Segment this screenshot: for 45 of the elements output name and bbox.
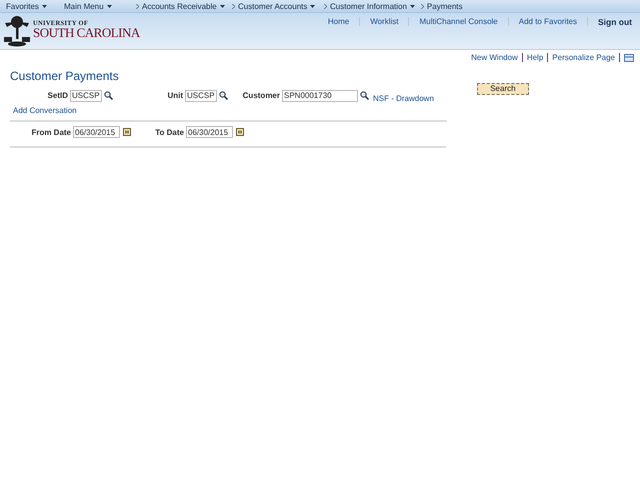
sign-out-link[interactable]: Sign out (588, 17, 632, 27)
text-field[interactable]: USCSP (70, 90, 102, 102)
breadcrumb-item[interactable]: Customer Information (318, 2, 415, 10)
page-link[interactable]: New Window (467, 53, 523, 62)
header-link[interactable]: Worklist (360, 17, 410, 26)
add-conversation-link[interactable]: Add Conversation (13, 106, 77, 115)
caret-icon (220, 4, 225, 8)
table-icon[interactable] (624, 54, 634, 62)
caret-icon (106, 4, 112, 8)
search-icon[interactable] (104, 91, 113, 100)
field-label: Customer (242, 91, 281, 100)
breadcrumb-item[interactable]: Main Menu (58, 2, 130, 10)
caret-icon (42, 4, 47, 8)
breadcrumb-item[interactable]: Accounts Receivable (130, 2, 226, 10)
text-field[interactable]: USCSP (185, 90, 217, 102)
page-link[interactable]: Help (522, 53, 548, 62)
header-link[interactable]: Home (318, 17, 360, 26)
date-field[interactable]: 06/30/2015 (73, 126, 120, 138)
caret-icon (410, 4, 415, 8)
field-label: Unit (166, 91, 184, 100)
logo-text: SOUTH CAROLINA (33, 26, 140, 38)
calendar-icon[interactable] (123, 128, 131, 136)
text-field[interactable]: SPN0001730 (282, 90, 358, 102)
breadcrumb-item[interactable]: Favorites (0, 2, 58, 10)
chevron-icon (324, 4, 327, 8)
chevron-icon (420, 4, 424, 8)
page-title: Customer Payments (10, 69, 120, 83)
caret-icon (310, 4, 316, 8)
calendar-icon[interactable] (236, 128, 244, 136)
breadcrumb-item[interactable]: Customer Accounts (226, 2, 318, 10)
search-icon[interactable] (219, 91, 228, 100)
header-link[interactable]: Add to Favorites (508, 17, 588, 26)
page-link[interactable]: Personalize Page (548, 53, 620, 62)
customer-name-link[interactable]: NSF - Drawdown (373, 94, 434, 103)
chevron-icon (232, 4, 235, 8)
palmetto-tree-icon (4, 15, 30, 47)
search-button[interactable]: Search (476, 82, 529, 94)
field-label: SetID (46, 91, 69, 100)
date-field[interactable]: 06/30/2015 (186, 126, 233, 138)
field-label: From Date (30, 128, 72, 136)
breadcrumb-item[interactable]: Payments (414, 2, 475, 10)
field-label: To Date (154, 128, 185, 136)
header-link[interactable]: MultiChannel Console (409, 17, 509, 26)
search-icon[interactable] (360, 91, 369, 100)
chevron-icon (136, 4, 139, 8)
